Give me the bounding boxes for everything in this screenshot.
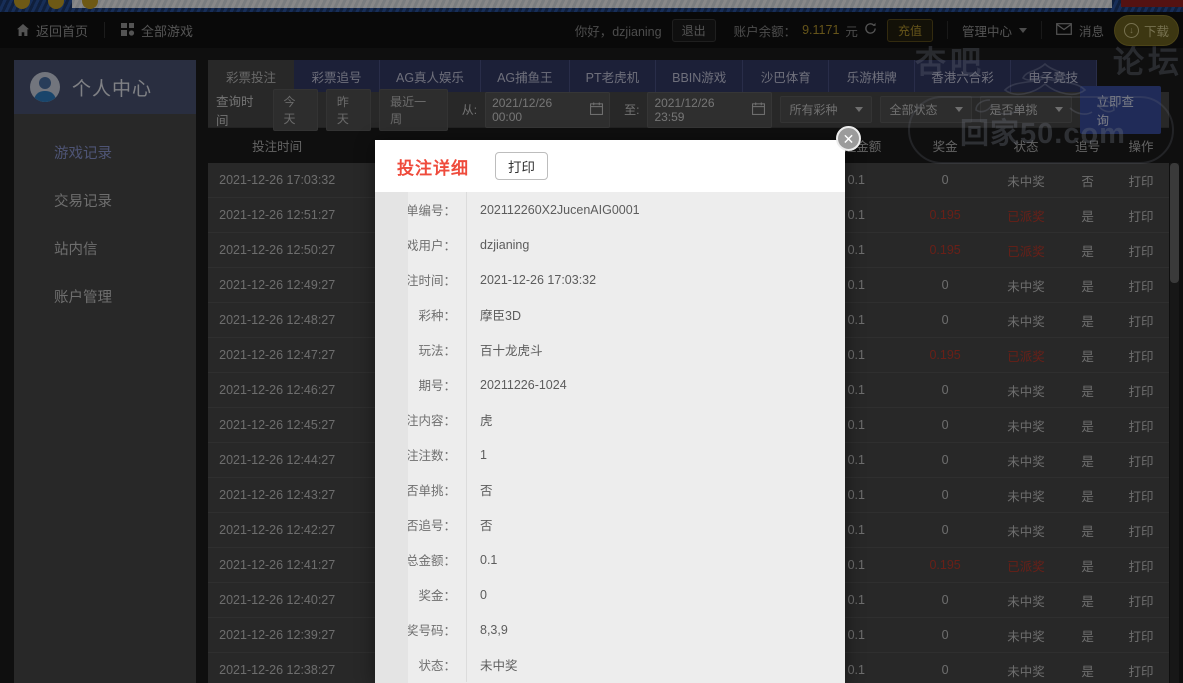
modal-field-label: 是否追号： — [375, 507, 467, 542]
modal-field-label: 游戏用户： — [375, 227, 467, 262]
print-button[interactable]: 打印 — [495, 152, 548, 180]
modal-field-label: 开奖号码： — [375, 612, 467, 647]
modal-field-row: 投注总金额： 0.1 — [375, 542, 845, 577]
modal-field-value: 未中奖 — [480, 659, 518, 673]
modal-field-label: 彩种： — [375, 297, 467, 332]
modal-field-value: 0.1 — [480, 552, 498, 567]
modal-field-label: 注单编号： — [375, 192, 467, 227]
modal-header: 投注详细 打印 — [375, 140, 845, 192]
modal-field-label: 奖金： — [375, 577, 467, 612]
modal-field-row: 期号： 20211226-1024 — [375, 367, 845, 402]
modal-field-value: 20211226-1024 — [480, 377, 567, 392]
modal-field-label: 玩法： — [375, 332, 467, 367]
modal-field-label: 期号： — [375, 367, 467, 402]
modal-field-value: 摩臣3D — [480, 309, 521, 323]
modal-body: 注单编号： 202112260X2JucenAIG0001 游戏用户： dzjiani… — [375, 192, 845, 683]
modal-field-value: 0 — [480, 587, 487, 602]
modal-field-list: 注单编号： 202112260X2JucenAIG0001 游戏用户： dzjiani… — [375, 192, 845, 682]
modal-field-label: 投注时间： — [375, 262, 467, 297]
modal-field-row: 是否单挑： 否 — [375, 472, 845, 507]
modal-field-value: 202112260X2JucenAIG0001 — [480, 202, 640, 217]
modal-field-row: 注单编号： 202112260X2JucenAIG0001 — [375, 192, 845, 227]
modal-field-label: 投注注数： — [375, 437, 467, 472]
modal-field-value: dzjianing — [480, 237, 530, 252]
modal-field-label: 投注总金额： — [375, 542, 467, 577]
modal-field-row: 是否追号： 否 — [375, 507, 845, 542]
modal-field-row: 彩种： 摩臣3D — [375, 297, 845, 332]
modal-field-row: 玩法： 百十龙虎斗 — [375, 332, 845, 367]
modal-field-value: 2021-12-26 17:03:32 — [480, 272, 597, 287]
close-icon[interactable]: ✕ — [836, 126, 861, 151]
modal-field-value: 百十龙虎斗 — [480, 344, 543, 358]
modal-field-label: 是否单挑： — [375, 472, 467, 507]
modal-title: 投注详细 — [397, 158, 469, 178]
modal-field-row: 投注时间： 2021-12-26 17:03:32 — [375, 262, 845, 297]
modal-field-row: 投注内容： 虎 — [375, 402, 845, 437]
modal-field-value: 否 — [480, 519, 493, 533]
modal-field-label: 投注内容： — [375, 402, 467, 437]
modal-field-value: 1 — [480, 447, 487, 462]
modal-field-value: 虎 — [480, 414, 493, 428]
modal-field-label: 状态： — [375, 647, 467, 682]
modal-field-row: 状态： 未中奖 — [375, 647, 845, 682]
modal-field-row: 开奖号码： 8,3,9 — [375, 612, 845, 647]
modal-field-value: 否 — [480, 484, 493, 498]
modal-field-value: 8,3,9 — [480, 622, 508, 637]
modal-field-row: 奖金： 0 — [375, 577, 845, 612]
modal-field-row: 投注注数： 1 — [375, 437, 845, 472]
bet-detail-modal: ✕ 投注详细 打印 注单编号： 202112260X2JucenAIG0001 游戏… — [375, 126, 861, 683]
modal-field-row: 游戏用户： dzjianing — [375, 227, 845, 262]
